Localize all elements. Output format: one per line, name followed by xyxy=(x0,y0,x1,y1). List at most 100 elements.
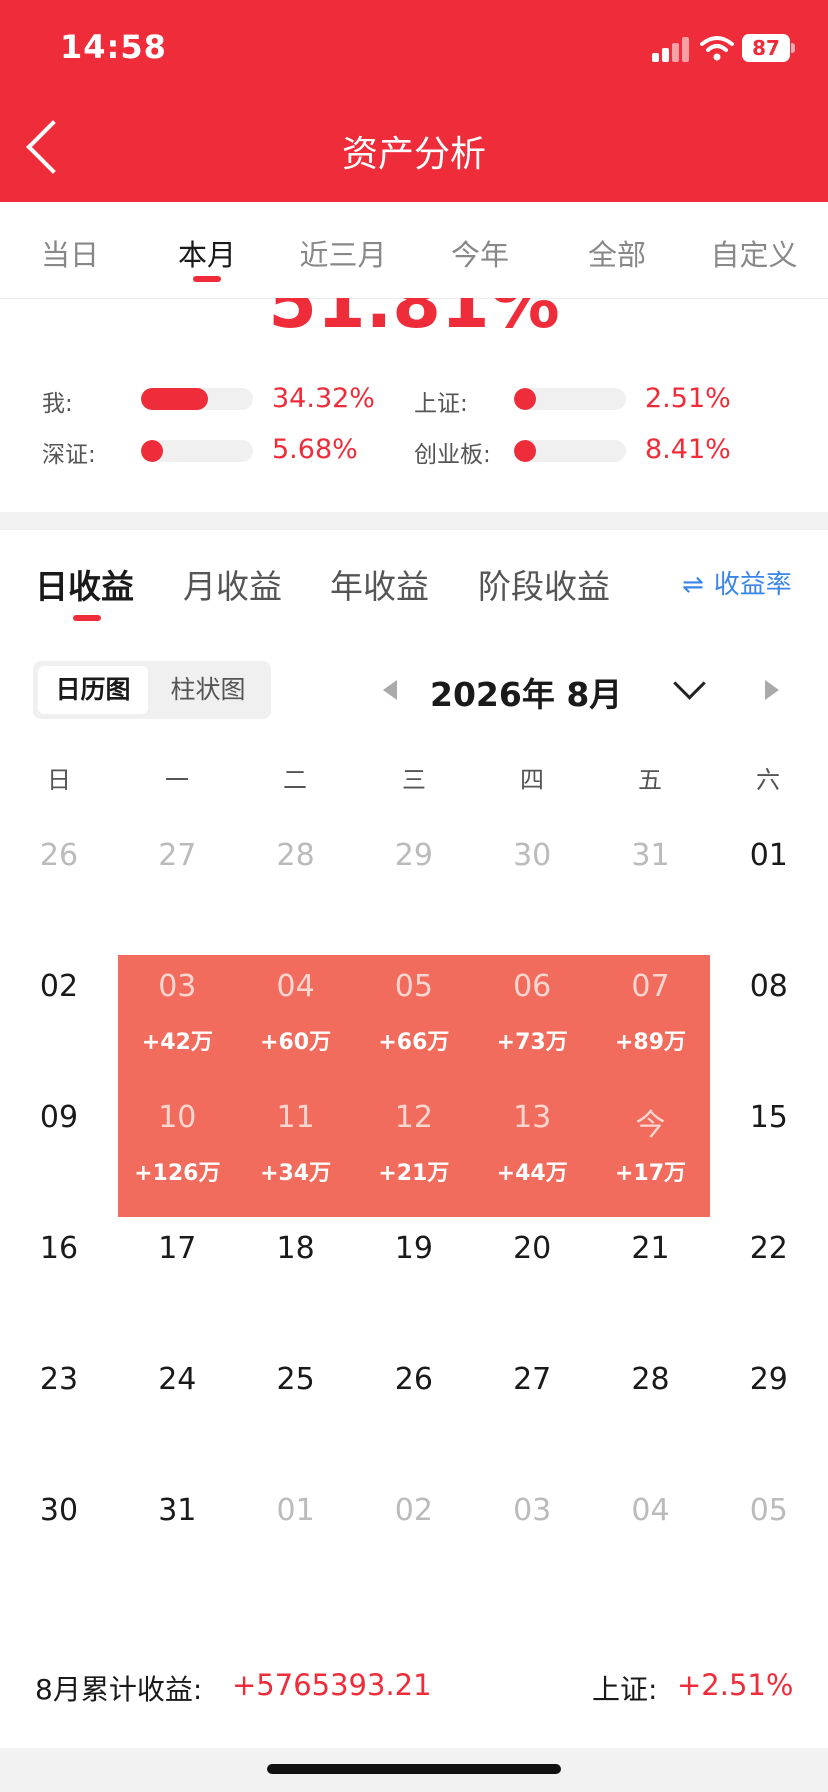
calendar-day[interactable]: 08 xyxy=(710,969,828,1004)
weekday-wed: 三 xyxy=(402,766,426,794)
calendar-day[interactable]: 07 xyxy=(592,969,710,1004)
calendar-day[interactable]: 29 xyxy=(710,1362,828,1397)
compare-value-chinext: 8.41% xyxy=(645,434,731,465)
compare-bar-shenzhen xyxy=(141,440,253,462)
compare-fill-me xyxy=(141,388,209,410)
tab-daily-income[interactable]: 日收益 xyxy=(35,560,134,608)
daily-profit: +126万 xyxy=(134,1161,221,1186)
calendar-day[interactable]: 03 xyxy=(118,969,236,1004)
calendar-day[interactable]: 19 xyxy=(355,1231,473,1266)
index-label: 上证: xyxy=(592,1673,658,1706)
compare-bar-chinext xyxy=(514,440,626,462)
calendar-day[interactable]: 25 xyxy=(237,1362,355,1397)
daily-profit: +89万 xyxy=(614,1030,687,1055)
calendar-day[interactable]: 27 xyxy=(118,838,236,873)
calendar-day[interactable]: 23 xyxy=(0,1362,118,1397)
status-time: 14:58 xyxy=(60,28,167,66)
calendar-day[interactable]: 26 xyxy=(355,1362,473,1397)
calendar-day[interactable]: 05 xyxy=(355,969,473,1004)
prev-month-icon[interactable] xyxy=(383,680,397,700)
cumulative-income-label: 8月累计收益: xyxy=(35,1673,203,1706)
weekday-sat: 六 xyxy=(756,766,780,794)
calendar-day[interactable]: 13 xyxy=(473,1100,591,1135)
tab-monthly-income[interactable]: 月收益 xyxy=(183,560,282,608)
calendar-day[interactable]: 22 xyxy=(710,1231,828,1266)
index-value: +2.51% xyxy=(677,1668,794,1702)
chevron-down-icon[interactable] xyxy=(673,667,706,700)
rate-toggle-button[interactable]: ⇌ 收益率 xyxy=(682,564,792,601)
calendar-day[interactable]: 01 xyxy=(237,1493,355,1528)
calendar-day[interactable]: 02 xyxy=(355,1493,473,1528)
calendar-day[interactable]: 30 xyxy=(473,838,591,873)
calendar-day[interactable]: 28 xyxy=(237,838,355,873)
tab-this-month[interactable]: 本月 xyxy=(137,232,277,274)
compare-fill-shanghai xyxy=(514,388,536,410)
tab-today[interactable]: 当日 xyxy=(0,232,140,274)
calendar-day[interactable]: 28 xyxy=(592,1362,710,1397)
weekday-sun: 日 xyxy=(47,766,71,794)
tab-all[interactable]: 全部 xyxy=(547,232,687,274)
page-title: 资产分析 xyxy=(341,134,486,175)
calendar-day[interactable]: 04 xyxy=(237,969,355,1004)
wifi-icon xyxy=(700,36,734,61)
battery-icon: 87 xyxy=(742,34,790,62)
tab-yearly-income[interactable]: 年收益 xyxy=(330,560,429,608)
compare-label-chinext: 创业板: xyxy=(414,442,491,468)
calendar-day[interactable]: 20 xyxy=(473,1231,591,1266)
calendar-day[interactable]: 09 xyxy=(0,1100,118,1135)
total-return-percent: 51.81% xyxy=(0,298,828,338)
tab-this-year[interactable]: 今年 xyxy=(410,232,550,274)
calendar-day[interactable]: 02 xyxy=(0,969,118,1004)
compare-label-shenzhen: 深证: xyxy=(42,442,96,468)
compare-fill-chinext xyxy=(514,440,536,462)
calendar-day[interactable]: 06 xyxy=(473,969,591,1004)
calendar-day[interactable]: 01 xyxy=(710,838,828,873)
weekday-tue: 二 xyxy=(283,766,307,794)
calendar-day[interactable]: 11 xyxy=(237,1100,355,1135)
weekday-fri: 五 xyxy=(638,766,662,794)
compare-bar-shanghai xyxy=(514,388,626,410)
calendar-day[interactable]: 31 xyxy=(118,1493,236,1528)
daily-profit: +21万 xyxy=(378,1161,450,1186)
calendar-day[interactable]: 21 xyxy=(592,1231,710,1266)
calendar-day[interactable]: 04 xyxy=(592,1493,710,1528)
month-label[interactable]: 2026年 8月 xyxy=(430,668,670,716)
compare-label-me: 我: xyxy=(42,391,73,417)
home-indicator xyxy=(267,1764,561,1774)
active-tab-indicator xyxy=(193,276,221,282)
calendar-day[interactable]: 24 xyxy=(118,1362,236,1397)
daily-profit: +44万 xyxy=(496,1161,568,1186)
tab-three-months[interactable]: 近三月 xyxy=(273,232,413,274)
compare-value-shanghai: 2.51% xyxy=(645,383,731,414)
cellular-signal-icon xyxy=(652,36,692,62)
calendar-day[interactable]: 12 xyxy=(355,1100,473,1135)
daily-profit: +17万 xyxy=(614,1161,687,1186)
next-month-icon[interactable] xyxy=(765,680,779,700)
calendar-day[interactable]: 30 xyxy=(0,1493,118,1528)
weekday-thu: 四 xyxy=(520,766,544,794)
compare-fill-shenzhen xyxy=(141,440,163,462)
income-tab-indicator xyxy=(73,615,101,621)
cumulative-income-value: +5765393.21 xyxy=(232,1668,432,1702)
calendar-view-button[interactable]: 日历图 xyxy=(38,666,148,714)
compare-value-shenzhen: 5.68% xyxy=(272,434,358,465)
calendar-day[interactable]: 17 xyxy=(118,1231,236,1266)
calendar-day[interactable]: 29 xyxy=(355,838,473,873)
calendar-day[interactable]: 05 xyxy=(710,1493,828,1528)
calendar-day[interactable]: 18 xyxy=(237,1231,355,1266)
swap-icon: ⇌ xyxy=(682,570,704,600)
calendar-day[interactable]: 15 xyxy=(710,1100,828,1135)
calendar-day[interactable]: 26 xyxy=(0,838,118,873)
calendar-day[interactable]: 10 xyxy=(118,1100,236,1135)
tab-period-income[interactable]: 阶段收益 xyxy=(478,560,610,608)
calendar-day[interactable]: 16 xyxy=(0,1231,118,1266)
calendar-day[interactable]: 今 xyxy=(592,1100,710,1144)
tab-custom[interactable]: 自定义 xyxy=(684,232,824,274)
daily-profit: +34万 xyxy=(260,1161,332,1186)
section-divider xyxy=(0,512,828,530)
bar-view-button[interactable]: 柱状图 xyxy=(153,666,263,714)
calendar-day[interactable]: 31 xyxy=(592,838,710,873)
compare-label-shanghai: 上证: xyxy=(414,391,468,417)
calendar-day[interactable]: 03 xyxy=(473,1493,591,1528)
calendar-day[interactable]: 27 xyxy=(473,1362,591,1397)
